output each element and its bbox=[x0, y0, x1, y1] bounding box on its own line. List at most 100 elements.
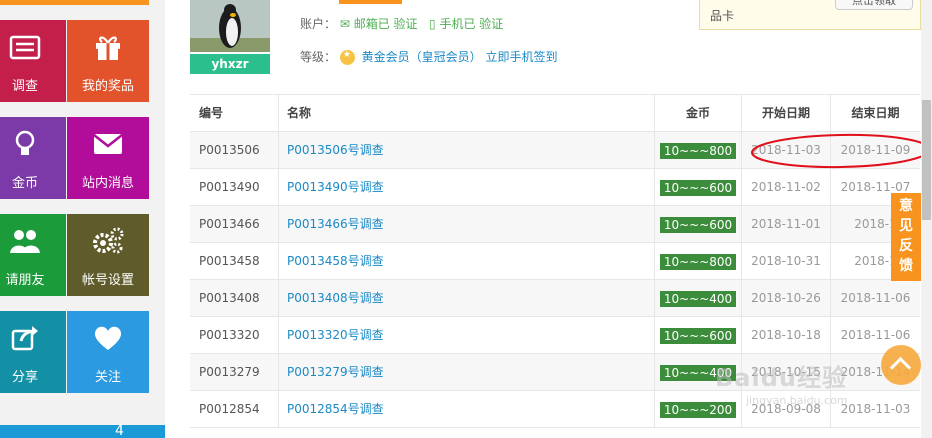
row-id: P0013279 bbox=[199, 365, 260, 379]
email-icon: ✉ bbox=[339, 17, 350, 31]
tile-label: 请朋友 bbox=[5, 273, 45, 288]
row-id: P0013490 bbox=[199, 180, 260, 194]
tile-partial-char: 4 bbox=[115, 423, 124, 438]
feedback-button[interactable]: 意 见 反 馈 bbox=[891, 193, 921, 281]
back-to-top-button[interactable] bbox=[881, 345, 921, 385]
survey-page: 调查 我的奖品 金币 站内消息 请朋友 帐号设置 分享 关注 4 yhxzr 账… bbox=[0, 0, 932, 438]
tile-messages[interactable]: 站内消息 bbox=[67, 117, 149, 199]
tile-label: 分享 bbox=[11, 370, 38, 385]
phone-icon: ▯ bbox=[429, 17, 436, 31]
coin-range: 10~~~600 bbox=[659, 216, 737, 233]
phone-sign-in-link[interactable]: 立即手机签到 bbox=[486, 50, 558, 64]
active-tab-indicator bbox=[339, 0, 402, 4]
tile-my-prizes[interactable]: 我的奖品 bbox=[67, 20, 149, 102]
feedback-char: 馈 bbox=[899, 258, 913, 274]
coin-range: 10~~~200 bbox=[659, 401, 737, 418]
coin-cell: 10~~~400 bbox=[654, 280, 741, 317]
tile-label: 调查 bbox=[11, 79, 38, 94]
survey-name-link[interactable]: P0013458号调查 bbox=[278, 243, 654, 280]
header-end-date: 结束日期 bbox=[830, 95, 920, 132]
tile-coins[interactable]: 金币 bbox=[0, 117, 66, 199]
envelope-icon bbox=[93, 134, 123, 154]
survey-name-link[interactable]: P0013506号调查 bbox=[278, 132, 654, 169]
tile-label: 关注 bbox=[94, 370, 121, 385]
account-status-row: 账户： ✉ 邮箱已 验证 ▯ 手机已 验证 bbox=[300, 15, 503, 32]
gift-icon bbox=[96, 36, 120, 60]
table-row: P0013490 P0013490号调查 10~~~600 2018-11-02 201… bbox=[190, 169, 920, 206]
tile-label: 我的奖品 bbox=[81, 79, 134, 94]
header-name: 名称 bbox=[278, 95, 654, 132]
coin-cell: 10~~~600 bbox=[654, 317, 741, 354]
survey-name-link[interactable]: P0013408号调查 bbox=[278, 280, 654, 317]
coin-cell: 10~~~600 bbox=[654, 169, 741, 206]
tile-follow[interactable]: 关注 bbox=[67, 311, 149, 393]
penguin-avatar-image bbox=[190, 0, 270, 52]
tile-survey[interactable]: 调查 bbox=[0, 20, 66, 102]
tile-label: 站内消息 bbox=[81, 176, 134, 191]
survey-name-link[interactable]: P0013320号调查 bbox=[278, 317, 654, 354]
row-id: P0013320 bbox=[199, 328, 260, 342]
coin-range: 10~~~600 bbox=[659, 327, 737, 344]
header-coins: 金币 bbox=[654, 95, 741, 132]
survey-name-link[interactable]: P0013490号调查 bbox=[278, 169, 654, 206]
gears-icon bbox=[93, 227, 124, 254]
tile-account-settings[interactable]: 帐号设置 bbox=[67, 214, 149, 296]
tile-share[interactable]: 分享 bbox=[0, 311, 66, 393]
survey-name-link[interactable]: P0013279号调查 bbox=[278, 354, 654, 391]
watermark-url: jingyan.baidu.com bbox=[746, 394, 848, 407]
bulb-icon bbox=[15, 130, 35, 155]
people-icon bbox=[10, 230, 40, 253]
header-start-date: 开始日期 bbox=[741, 95, 830, 132]
table-row: P0013320 P0013320号调查 10~~~600 2018-10-18 201… bbox=[190, 317, 920, 354]
table-row: P0013466 P0013466号调查 10~~~600 2018-11-01 201… bbox=[190, 206, 920, 243]
end-date: 2018-11-09 bbox=[830, 132, 920, 169]
tile-label: 帐号设置 bbox=[81, 273, 134, 288]
table-row: P0013408 P0013408号调查 10~~~400 2018-10-26 201… bbox=[190, 280, 920, 317]
phone-verified-status: 手机已 验证 bbox=[439, 17, 504, 31]
top-accent-strip bbox=[0, 0, 149, 5]
feedback-char: 见 bbox=[899, 218, 913, 234]
member-level: 黄金会员（皇冠会员） bbox=[361, 50, 482, 64]
end-date: 2018-11-06 bbox=[830, 280, 920, 317]
row-id: P0013506 bbox=[199, 143, 260, 157]
account-label: 账户： bbox=[300, 17, 337, 31]
share-icon bbox=[11, 326, 38, 351]
row-id: P0013408 bbox=[199, 291, 260, 305]
table-row: P0013506 P0013506号调查 10~~~800 2018-11-03 201… bbox=[190, 132, 920, 169]
heart-icon bbox=[94, 326, 122, 350]
coin-cell: 10~~~800 bbox=[654, 243, 741, 280]
start-date: 2018-10-18 bbox=[741, 317, 830, 354]
row-id: P0013466 bbox=[199, 217, 260, 231]
coin-range: 10~~~600 bbox=[659, 179, 737, 196]
left-menu-panel: 调查 我的奖品 金币 站内消息 请朋友 帐号设置 分享 关注 4 bbox=[0, 0, 165, 438]
table-header: 编号 名称 金币 开始日期 结束日期 bbox=[190, 95, 920, 132]
popup-text: 品卡 bbox=[710, 9, 735, 23]
coin-cell: 10~~~200 bbox=[654, 391, 741, 428]
email-verified-status: 邮箱已 验证 bbox=[353, 17, 418, 31]
vertical-scrollbar[interactable] bbox=[921, 0, 932, 438]
coin-range: 10~~~400 bbox=[659, 290, 737, 307]
start-date: 2018-10-31 bbox=[741, 243, 830, 280]
coin-cell: 10~~~600 bbox=[654, 206, 741, 243]
tile-label: 金币 bbox=[11, 176, 38, 191]
row-id: P0012854 bbox=[199, 402, 260, 416]
scrollbar-thumb[interactable] bbox=[922, 100, 931, 220]
survey-name-link[interactable]: P0013466号调查 bbox=[278, 206, 654, 243]
baidu-watermark: Baidu经验 bbox=[715, 364, 847, 392]
coin-cell: 10~~~800 bbox=[654, 132, 741, 169]
tile-partial-bottom[interactable]: 4 bbox=[0, 423, 165, 438]
coin-range: 10~~~800 bbox=[659, 142, 737, 159]
list-icon bbox=[9, 35, 41, 60]
survey-name-link[interactable]: P0012854号调查 bbox=[278, 391, 654, 428]
medal-icon bbox=[339, 50, 355, 65]
start-date: 2018-11-03 bbox=[741, 132, 830, 169]
claim-button[interactable]: 点击领取 bbox=[835, 0, 913, 10]
row-id: P0013458 bbox=[199, 254, 260, 268]
feedback-char: 反 bbox=[899, 238, 913, 254]
feedback-char: 意 bbox=[899, 198, 913, 214]
avatar[interactable] bbox=[190, 0, 270, 52]
start-date: 2018-11-02 bbox=[741, 169, 830, 206]
tile-invite-friends[interactable]: 请朋友 bbox=[0, 214, 66, 296]
coin-range: 10~~~800 bbox=[659, 253, 737, 270]
level-row: 等级： 黄金会员（皇冠会员） 立即手机签到 bbox=[300, 48, 558, 65]
